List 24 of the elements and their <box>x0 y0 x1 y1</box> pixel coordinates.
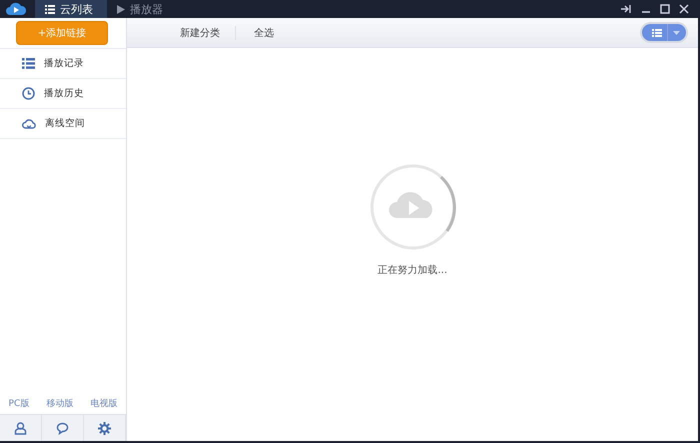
toolbar-action[interactable]: 全选 <box>236 26 289 40</box>
toolbar-action[interactable]: 新建分类 <box>165 26 236 40</box>
caret-icon <box>673 30 680 34</box>
view-mode-button[interactable] <box>642 24 686 41</box>
version-link[interactable]: 电视版 <box>90 397 118 410</box>
tab[interactable]: 云列表 <box>35 0 107 18</box>
version-link[interactable]: 移动版 <box>46 397 74 410</box>
play-icon <box>117 4 125 14</box>
loading-spinner-icon <box>368 163 456 251</box>
sidebar-item[interactable]: 播放历史 <box>0 79 126 109</box>
pin-icon[interactable] <box>620 4 632 14</box>
sidebar-item[interactable]: 播放记录 <box>0 49 126 79</box>
list-icon <box>652 28 662 36</box>
loading-text: 正在努力加载... <box>378 264 448 277</box>
maximize-icon[interactable] <box>660 4 670 14</box>
clock-icon <box>22 87 35 100</box>
close-icon[interactable] <box>679 4 689 14</box>
list-icon <box>22 58 35 69</box>
sidebar-item[interactable]: 离线空间 <box>0 109 126 139</box>
version-link[interactable]: PC版 <box>8 397 30 410</box>
cloud-play-logo-icon <box>5 2 27 16</box>
tab[interactable]: 播放器 <box>107 0 177 18</box>
cloud-icon <box>22 118 36 129</box>
list-icon <box>45 4 55 14</box>
